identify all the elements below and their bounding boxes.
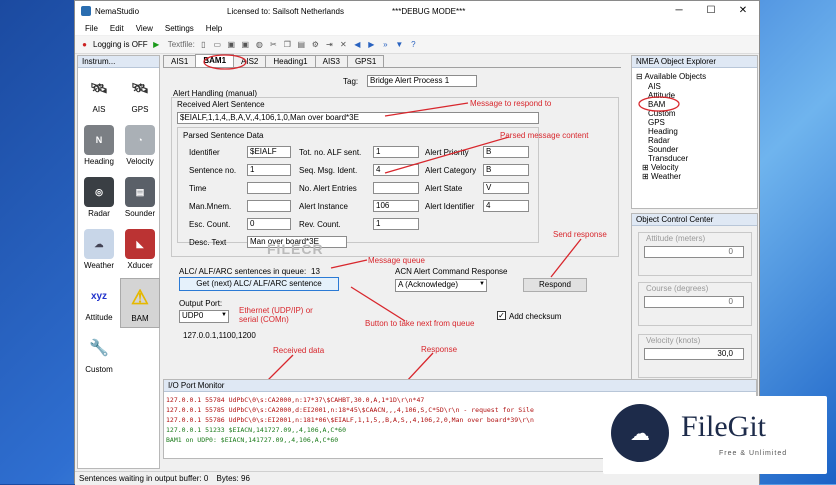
menu-bar: File Edit View Settings Help: [75, 21, 759, 35]
brand-badge: ☁ FileGit Free & Unlimited: [603, 396, 827, 474]
paste-icon[interactable]: ▤: [296, 39, 307, 50]
app-icon: [81, 6, 91, 16]
cut-icon[interactable]: ✂: [268, 39, 279, 50]
instrument-ais[interactable]: 🛰 AIS: [79, 70, 119, 120]
instrument-bam[interactable]: ⚠ BAM: [120, 278, 160, 328]
maximize-button[interactable]: ☐: [695, 1, 727, 21]
minimize-button[interactable]: ─: [663, 1, 695, 21]
io-title: I/O Port Monitor: [164, 380, 756, 392]
instrument-radar[interactable]: ◎ Radar: [79, 174, 119, 224]
arrow-send-response: [550, 238, 582, 278]
brand-name: FileGit: [681, 410, 767, 443]
menu-file[interactable]: File: [85, 24, 98, 33]
menu-view[interactable]: View: [136, 24, 153, 33]
menu-edit[interactable]: Edit: [110, 24, 124, 33]
arrow-take-next: [350, 286, 406, 322]
cloud-logo-icon: ☁: [611, 404, 669, 462]
velocity-input[interactable]: 30,0: [644, 348, 744, 360]
status-label: Sentences waiting in output buffer:: [79, 474, 202, 483]
io-line: 127.0.0.1 51233 $EIACN,141727.09,,4,106,…: [166, 426, 347, 434]
record-icon: ●: [82, 40, 87, 49]
transducer-icon: ◣: [125, 229, 155, 259]
course-label: Course (degrees): [646, 284, 709, 293]
new-file-icon[interactable]: ▯: [198, 39, 209, 50]
io-line: 127.0.0.1 55785 UdPbC\0\s:CA2000,d:EI200…: [166, 406, 534, 414]
ais-icon: 🛰: [84, 73, 114, 103]
compass-icon: N: [84, 125, 114, 155]
textfile-label: Textfile:: [167, 40, 195, 49]
instrument-gps[interactable]: 🛰 GPS: [120, 70, 160, 120]
title-bar: NemaStudio Licensed to: Sailsoft Netherl…: [75, 1, 759, 21]
menu-settings[interactable]: Settings: [165, 24, 194, 33]
fast-forward-icon[interactable]: »: [380, 39, 391, 50]
save-icon[interactable]: ▣: [226, 39, 237, 50]
instrument-velocity[interactable]: ◔ Velocity: [120, 122, 160, 172]
delete-icon[interactable]: ✕: [338, 39, 349, 50]
radar-icon: ◎: [84, 177, 114, 207]
io-line: 127.0.0.1 55786 UdPbC\0\s:EI2001,n:181*0…: [166, 416, 534, 424]
play-icon[interactable]: ▶: [151, 39, 162, 50]
close-button[interactable]: ✕: [727, 1, 759, 21]
arrow-parsed: [384, 136, 510, 174]
arrow-msg-respond: [384, 102, 469, 117]
io-line: BAM1 on UDP0: $EIACN,141727.09,,4,106,A,…: [166, 436, 339, 444]
save-as-icon[interactable]: ▣: [240, 39, 251, 50]
weather-icon: ☁: [84, 229, 114, 259]
app-title: NemaStudio: [95, 6, 140, 16]
license-text: Licensed to: Sailsoft Netherlands: [227, 6, 344, 16]
forward-icon[interactable]: ▶: [366, 39, 377, 50]
dropdown-icon[interactable]: ▼: [394, 39, 405, 50]
instrument-attitude[interactable]: xyz Attitude: [79, 278, 119, 328]
sounder-icon: ▤: [125, 177, 155, 207]
arrow-queue: [330, 259, 368, 269]
attitude-label: Attitude (meters): [646, 234, 706, 243]
attitude-input[interactable]: 0: [644, 246, 744, 258]
occ-title: Object Control Center: [632, 214, 757, 226]
axes-icon: xyz: [84, 281, 114, 311]
status-count: 0: [203, 474, 209, 483]
brand-tagline: Free & Unlimited: [719, 450, 788, 457]
gps-icon: 🛰: [125, 73, 155, 103]
menu-help[interactable]: Help: [206, 24, 222, 33]
course-input[interactable]: 0: [644, 296, 744, 308]
instruments-panel: Instrum... 🛰 AIS 🛰 GPS N Heading ◔ Velocity …: [77, 55, 160, 469]
instrument-custom[interactable]: 🔧 Custom: [79, 330, 119, 380]
warning-icon: ⚠: [131, 286, 149, 309]
globe-icon[interactable]: ◍: [254, 39, 265, 50]
open-folder-icon[interactable]: ▭: [212, 39, 223, 50]
nmea-explorer: NMEA Object Explorer ⊟ Available Objects…: [631, 55, 758, 209]
instruments-title: Instrum...: [78, 56, 159, 68]
instrument-sounder[interactable]: ▤ Sounder: [120, 174, 160, 224]
export-icon[interactable]: ⇥: [324, 39, 335, 50]
toolbar: ● Logging is OFF ▶ Textfile: ▯ ▭ ▣ ▣ ◍ ✂…: [75, 36, 759, 54]
step-back-icon[interactable]: ◀: [352, 39, 363, 50]
settings-icon[interactable]: ⚙: [310, 39, 321, 50]
copy-icon[interactable]: ❐: [282, 39, 293, 50]
velocity-label: Velocity (knots): [646, 336, 701, 345]
wrench-icon: 🔧: [84, 333, 114, 363]
debug-mode-text: ***DEBUG MODE***: [392, 6, 466, 16]
logging-status: Logging is OFF: [93, 40, 148, 49]
bam-panel: AIS1 BAM1 AIS2 Heading1 AIS3 GPS1 Tag: B…: [163, 54, 621, 442]
instrument-weather[interactable]: ☁ Weather: [79, 226, 119, 276]
instrument-xducer[interactable]: ◣ Xducer: [120, 226, 160, 276]
bam-highlight: [638, 96, 680, 112]
annotation-arrows: [203, 54, 582, 442]
bytes-count: 96: [241, 474, 250, 483]
help-icon[interactable]: ?: [408, 39, 419, 50]
speedometer-icon: ◔: [125, 125, 155, 155]
io-line: 127.0.0.1 55784 UdPbC\0\s:CA2000,n:17*37…: [166, 396, 425, 404]
instrument-heading[interactable]: N Heading: [79, 122, 119, 172]
bytes-label: Bytes:: [216, 474, 239, 483]
tab-highlight-ellipse: [203, 54, 247, 70]
